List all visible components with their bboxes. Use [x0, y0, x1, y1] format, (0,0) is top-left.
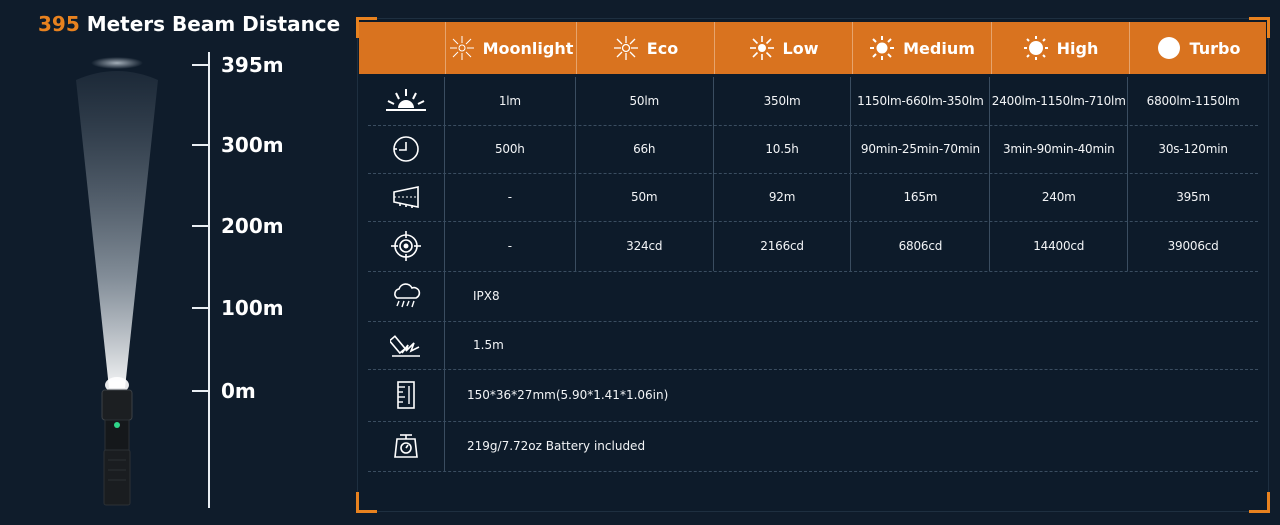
spec-row-impact: 1.5m: [368, 321, 1258, 370]
flashlight-icon: [101, 389, 133, 506]
spec-row-weight: 219g/7.72oz Battery included: [368, 421, 1258, 472]
row-icon-cell: [368, 321, 445, 369]
scale-tick: [192, 307, 208, 309]
mode-header-row: Moonlight Eco Low Medium High Turbo: [359, 22, 1266, 74]
table-row-intensity: - 324cd 2166cd 6806cd 14400cd 39006cd: [368, 221, 1258, 272]
tab-medium: Medium: [852, 22, 991, 74]
table-cell: 240m: [990, 173, 1129, 221]
light-beam: [76, 71, 158, 388]
table-cell: 50m: [576, 173, 714, 221]
high-icon: [1023, 36, 1048, 60]
table-cell: 10.5h: [714, 125, 852, 173]
row-icon-cell: [368, 221, 445, 271]
waterproof-rain-icon: [394, 283, 421, 308]
table-cell: 30s-120min: [1158, 142, 1228, 156]
table-cell: 500h: [445, 125, 576, 173]
beam-spot: [91, 57, 143, 69]
brightness-lumens-icon: [385, 89, 426, 111]
table-cell: 66h: [576, 125, 714, 173]
table-cell: 6800lm-1150lm: [1146, 94, 1240, 108]
table-cell: 14400cd: [990, 221, 1129, 271]
medium-icon: [870, 36, 895, 60]
scale-label-200m: 200m: [221, 214, 284, 238]
row-icon-cell: [368, 421, 445, 471]
scale-label-100m: 100m: [221, 296, 284, 320]
spec-value: IPX8: [473, 289, 500, 303]
table-row-runtime: 500h 66h 10.5h 90min-25min-70min 3min-90…: [368, 125, 1258, 174]
distance-scale-axis: [208, 52, 210, 508]
table-cell: 39006cd: [1167, 239, 1219, 253]
spec-value: 219g/7.72oz Battery included: [467, 439, 646, 453]
spec-value: 150*36*27mm(5.90*1.41*1.06in): [467, 388, 669, 402]
tab-low: Low: [714, 22, 852, 74]
intensity-target-icon: [390, 231, 421, 261]
scale-tick: [192, 144, 208, 146]
beam-distance-icon: [393, 186, 419, 208]
table-row-lumens: 1lm 50lm 350lm 1150lm-660lm-350lm 2400lm…: [368, 77, 1258, 126]
table-cell: 395m: [1176, 190, 1210, 204]
table-cell: 6806cd: [851, 221, 991, 271]
table-cell: -: [445, 221, 576, 271]
low-icon: [749, 36, 774, 60]
scale-tick: [192, 64, 208, 66]
row-icon-cell: [368, 173, 445, 221]
spec-row-dimensions: 150*36*27mm(5.90*1.41*1.06in): [368, 369, 1258, 422]
header-icon-column: [359, 22, 445, 74]
table-cell: 3min-90min-40min: [990, 125, 1129, 173]
scale-label-0m: 0m: [221, 379, 256, 403]
spec-value: 1.5m: [473, 338, 504, 352]
tab-turbo: Turbo: [1129, 22, 1266, 74]
dimensions-ruler-icon: [397, 381, 415, 409]
table-cell: 1150lm-660lm-350lm: [851, 77, 991, 125]
scale-tick: [192, 390, 208, 392]
moonlight-icon: [449, 36, 474, 60]
table-cell: 1lm: [445, 77, 576, 125]
eco-icon: [613, 36, 638, 60]
scale-label-395m: 395m: [221, 53, 284, 77]
table-cell: 90min-25min-70min: [851, 125, 991, 173]
turbo-icon: [1157, 37, 1180, 59]
row-icon-cell: [368, 125, 445, 173]
spec-row-waterproof: IPX8: [368, 271, 1258, 322]
table-cell: 92m: [714, 173, 852, 221]
tab-moonlight: Moonlight: [445, 22, 576, 74]
table-cell: -: [445, 173, 576, 221]
weight-scale-icon: [394, 434, 418, 458]
impact-resistance-icon: [390, 335, 420, 357]
table-cell: 324cd: [576, 221, 714, 271]
table-cell: 165m: [851, 173, 991, 221]
spec-table-panel: Moonlight Eco Low Medium High Turbo 1lm …: [356, 17, 1270, 513]
table-cell: 50lm: [576, 77, 714, 125]
table-row-distance: - 50m 92m 165m 240m 395m: [368, 173, 1258, 222]
scale-tick: [192, 225, 208, 227]
scale-label-300m: 300m: [221, 133, 284, 157]
beam-distance-section: 395 Meters Beam Distance 395m 300m 200m …: [0, 0, 340, 525]
table-cell: 2166cd: [714, 221, 852, 271]
tab-eco: Eco: [576, 22, 714, 74]
table-cell: 350lm: [714, 77, 852, 125]
table-cell: 2400lm-1150lm-710lm: [990, 77, 1129, 125]
flashlight-beam-illustration: [76, 57, 158, 506]
runtime-clock-icon: [393, 136, 419, 162]
row-icon-cell: [368, 369, 445, 421]
row-icon-cell: [368, 271, 445, 321]
tab-high: High: [991, 22, 1129, 74]
row-icon-cell: [368, 77, 445, 125]
